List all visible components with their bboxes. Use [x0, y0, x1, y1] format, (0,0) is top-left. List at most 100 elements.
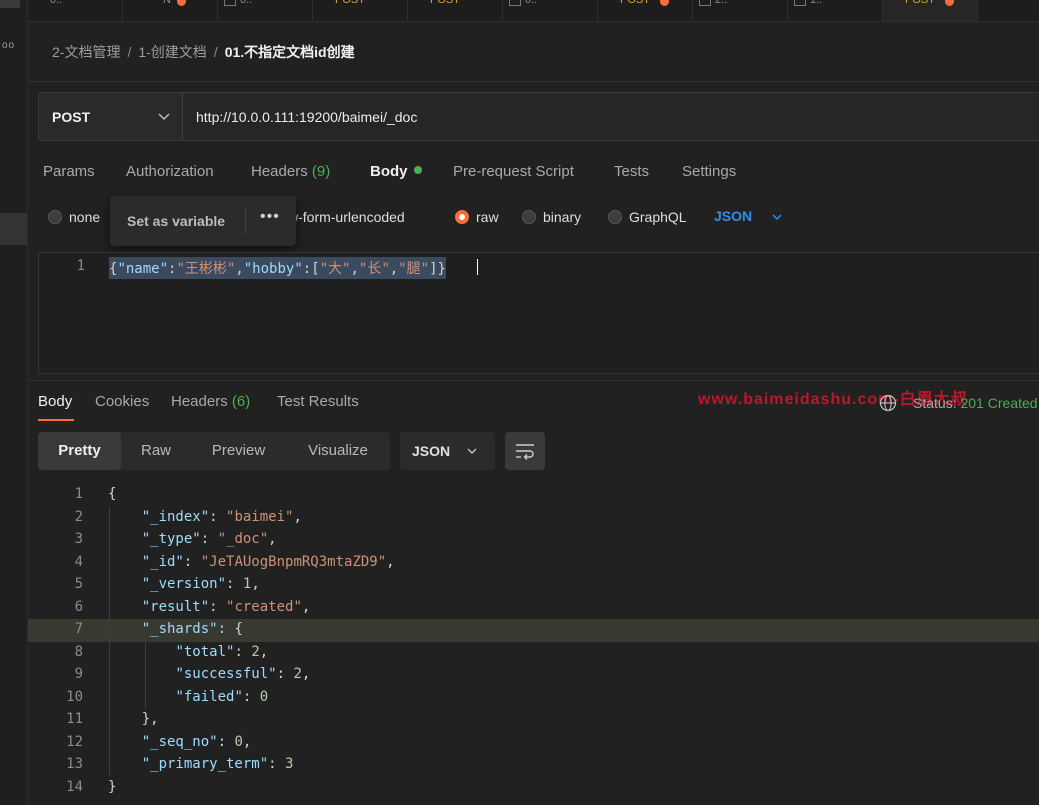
- request-tab[interactable]: POST: [598, 0, 693, 21]
- code-token: :: [183, 553, 201, 570]
- line-number: 5: [74, 576, 83, 592]
- code-token: "大": [319, 261, 351, 277]
- body-type-urlencoded[interactable]: w-form-urlencoded: [288, 209, 405, 225]
- more-dots-icon[interactable]: oo: [2, 40, 15, 51]
- request-tab-label: POST: [905, 0, 935, 6]
- request-tab[interactable]: 0..: [28, 0, 123, 21]
- code-token: ,: [301, 666, 311, 682]
- line-number: 13: [66, 756, 83, 772]
- response-tab-body[interactable]: Body: [38, 393, 72, 410]
- code-token: 0: [259, 688, 269, 705]
- breadcrumb: 2-文档管理 / 1-创建文档 / 01.不指定文档id创建: [52, 42, 355, 62]
- chevron-down-icon: [467, 448, 477, 455]
- chevron-down-icon[interactable]: [771, 211, 783, 223]
- more-options-icon[interactable]: •••: [260, 208, 280, 226]
- tab-settings[interactable]: Settings: [682, 163, 736, 180]
- set-as-variable-popup: Set as variable •••: [110, 196, 296, 246]
- body-format-select[interactable]: JSON: [714, 208, 752, 224]
- body-type-graphql[interactable]: GraphQL: [629, 209, 687, 225]
- url-input[interactable]: http://10.0.0.111:19200/baimei/_doc: [182, 92, 1039, 141]
- chevron-down-icon: [158, 113, 170, 121]
- tab-pre-request-script[interactable]: Pre-request Script: [453, 163, 574, 180]
- code-token: :: [217, 733, 235, 750]
- request-tab[interactable]: POST: [313, 0, 408, 21]
- response-tab-headers-count: (6): [231, 393, 251, 410]
- code-token: "_index": [141, 508, 210, 525]
- radio-raw[interactable]: [455, 210, 469, 224]
- request-tab[interactable]: 1..: [788, 0, 883, 21]
- view-pretty-button[interactable]: Pretty: [38, 432, 121, 470]
- radio-none[interactable]: [48, 210, 62, 224]
- code-line: 6 "result": "created",: [28, 597, 1039, 620]
- response-tab-cookies[interactable]: Cookies: [95, 393, 149, 410]
- code-token: ,: [259, 643, 269, 660]
- tab-authorization[interactable]: Authorization: [126, 163, 214, 180]
- request-tab[interactable]: 0..: [503, 0, 598, 21]
- sidebar-top-tick: [0, 0, 20, 8]
- code-line: 13 "_primary_term": 3: [28, 754, 1039, 777]
- code-token: "长": [358, 261, 390, 277]
- request-tab-label: 0..: [240, 0, 253, 6]
- code-text: }: [108, 779, 116, 795]
- body-type-binary[interactable]: binary: [543, 209, 581, 225]
- code-token: :: [276, 666, 294, 682]
- line-number: 12: [66, 733, 83, 750]
- view-preview-button[interactable]: Preview: [191, 432, 286, 470]
- code-token: "hobby": [243, 261, 303, 277]
- view-raw-button[interactable]: Raw: [121, 432, 191, 470]
- request-tab[interactable]: 0..: [218, 0, 313, 21]
- code-line: 7 "_shards": {: [28, 619, 1039, 642]
- request-tab[interactable]: 2..: [693, 0, 788, 21]
- code-text: "_index": "baimei",: [108, 509, 302, 525]
- request-tab[interactable]: POST: [408, 0, 503, 21]
- response-tab-headers[interactable]: Headers (6): [171, 393, 250, 410]
- code-token: "_seq_no": [141, 733, 218, 750]
- breadcrumb-subfolder[interactable]: 1-创建文档: [138, 44, 206, 60]
- tab-params[interactable]: Params: [43, 163, 95, 180]
- tab-body[interactable]: Body: [370, 163, 422, 180]
- method-select[interactable]: POST: [38, 92, 183, 141]
- request-tab[interactable]: POST: [883, 0, 978, 21]
- response-body-viewer[interactable]: 1{2 "_index": "baimei", 3 "_type": "_doc"…: [28, 484, 1039, 805]
- view-visualize-button[interactable]: Visualize: [286, 432, 390, 470]
- radio-binary[interactable]: [522, 210, 536, 224]
- line-number: 10: [66, 688, 83, 705]
- breadcrumb-current[interactable]: 01.不指定文档id创建: [225, 44, 355, 60]
- code-token: ,: [268, 531, 277, 547]
- request-tab[interactable]: N: [123, 0, 218, 21]
- body-type-raw[interactable]: raw: [476, 209, 499, 225]
- code-token: :[: [302, 261, 320, 277]
- code-token: ,: [251, 576, 260, 592]
- code-text: "_version": 1,: [108, 576, 260, 592]
- code-token: "JeTAUogBnpmRQ3mtaZD9": [200, 553, 387, 570]
- code-token: ,: [350, 261, 359, 277]
- tab-headers[interactable]: Headers (9): [251, 163, 330, 180]
- set-as-variable-button[interactable]: Set as variable: [127, 213, 225, 229]
- globe-icon[interactable]: [879, 394, 897, 412]
- breadcrumb-folder[interactable]: 2-文档管理: [52, 44, 120, 60]
- code-line: 12 "_seq_no": 0,: [28, 732, 1039, 755]
- code-token: ,: [293, 508, 302, 525]
- code-token: "result": [141, 598, 210, 615]
- response-tab-test-results[interactable]: Test Results: [277, 393, 359, 410]
- request-tab-label: POST: [335, 0, 365, 6]
- code-token: 2: [293, 666, 302, 682]
- code-token: "failed": [175, 688, 243, 705]
- code-token: },: [141, 711, 159, 727]
- body-type-none[interactable]: none: [69, 209, 100, 225]
- wrap-lines-button[interactable]: [505, 432, 545, 470]
- code-token: "successful": [175, 666, 277, 682]
- unsaved-dot-icon: [660, 0, 669, 6]
- tab-tests[interactable]: Tests: [614, 163, 649, 180]
- code-text: {: [108, 486, 116, 502]
- sidebar-selected-item[interactable]: [0, 213, 27, 245]
- request-tab-label: 2..: [715, 0, 728, 6]
- response-format-select[interactable]: JSON: [400, 432, 495, 470]
- response-format-label: JSON: [412, 443, 451, 459]
- code-token: :: [200, 531, 218, 547]
- radio-graphql[interactable]: [608, 210, 622, 224]
- request-body-editor[interactable]: 1 {"name":"王彬彬","hobby":["大","长","腿"]}: [38, 252, 1039, 374]
- line-number: 2: [74, 508, 83, 525]
